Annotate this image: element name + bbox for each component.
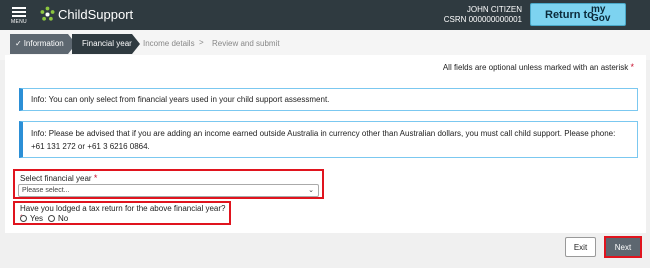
return-to-mygov-button[interactable]: Return to my Gov: [530, 3, 626, 26]
next-button[interactable]: Next: [604, 236, 642, 258]
step-arrow: [132, 34, 140, 54]
financial-year-label-text: Select financial year: [20, 174, 92, 183]
tax-return-label-text: Have you lodged a tax return for the abo…: [20, 204, 226, 213]
radio-no-label[interactable]: No: [58, 214, 68, 223]
required-asterisk: *: [93, 173, 98, 183]
step-information[interactable]: ✓ Information: [10, 34, 68, 54]
step-financial-year: Financial year: [72, 34, 132, 54]
hamburger-icon: [12, 7, 26, 9]
app-name: ChildSupport: [58, 7, 134, 22]
step-income-details: Income details: [143, 39, 195, 48]
form-card: All fields are optional unless marked wi…: [5, 55, 646, 233]
user-name: JOHN CITIZEN: [466, 5, 522, 14]
required-fields-note: All fields are optional unless marked wi…: [443, 62, 634, 72]
top-bar: MENU ChildSupport JOHN CITIZEN CSRN 0000…: [0, 0, 650, 30]
required-asterisk: *: [630, 62, 634, 72]
exit-button[interactable]: Exit: [565, 237, 596, 257]
step-financial-year-label: Financial year: [82, 39, 132, 48]
user-csrn: CSRN 000000000001: [443, 15, 522, 24]
childsupport-logo-icon: [40, 6, 55, 21]
menu-button[interactable]: MENU: [8, 4, 30, 26]
info-message-foreign-income: Info: Please be advised that if you are …: [19, 121, 638, 158]
financial-year-field-group: Select financial year * Please select...…: [13, 169, 324, 199]
return-label: Return to: [545, 9, 594, 21]
financial-year-label: Select financial year *: [20, 173, 97, 183]
chevron-down-icon: ⌄: [308, 187, 314, 194]
mygov-logo-line2: Gov: [591, 13, 611, 24]
step-review-and-submit: Review and submit: [212, 39, 280, 48]
step-information-label: Information: [23, 39, 64, 48]
menu-label: MENU: [11, 19, 27, 25]
tax-return-field-group: Have you lodged a tax return for the abo…: [13, 201, 231, 225]
radio-no[interactable]: [48, 215, 55, 222]
check-icon: ✓: [15, 39, 22, 48]
info-message-financial-years: Info: You can only select from financial…: [19, 88, 638, 111]
chevron-right-icon: >: [199, 38, 204, 47]
hamburger-icon-bar: [12, 11, 26, 13]
financial-year-select[interactable]: Please select... ⌄: [18, 184, 319, 197]
financial-year-select-value: Please select...: [22, 187, 70, 194]
hamburger-icon-bar: [12, 15, 26, 17]
radio-yes-label[interactable]: Yes: [30, 214, 43, 223]
radio-yes[interactable]: [20, 215, 27, 222]
required-note-text: All fields are optional unless marked wi…: [442, 63, 629, 72]
